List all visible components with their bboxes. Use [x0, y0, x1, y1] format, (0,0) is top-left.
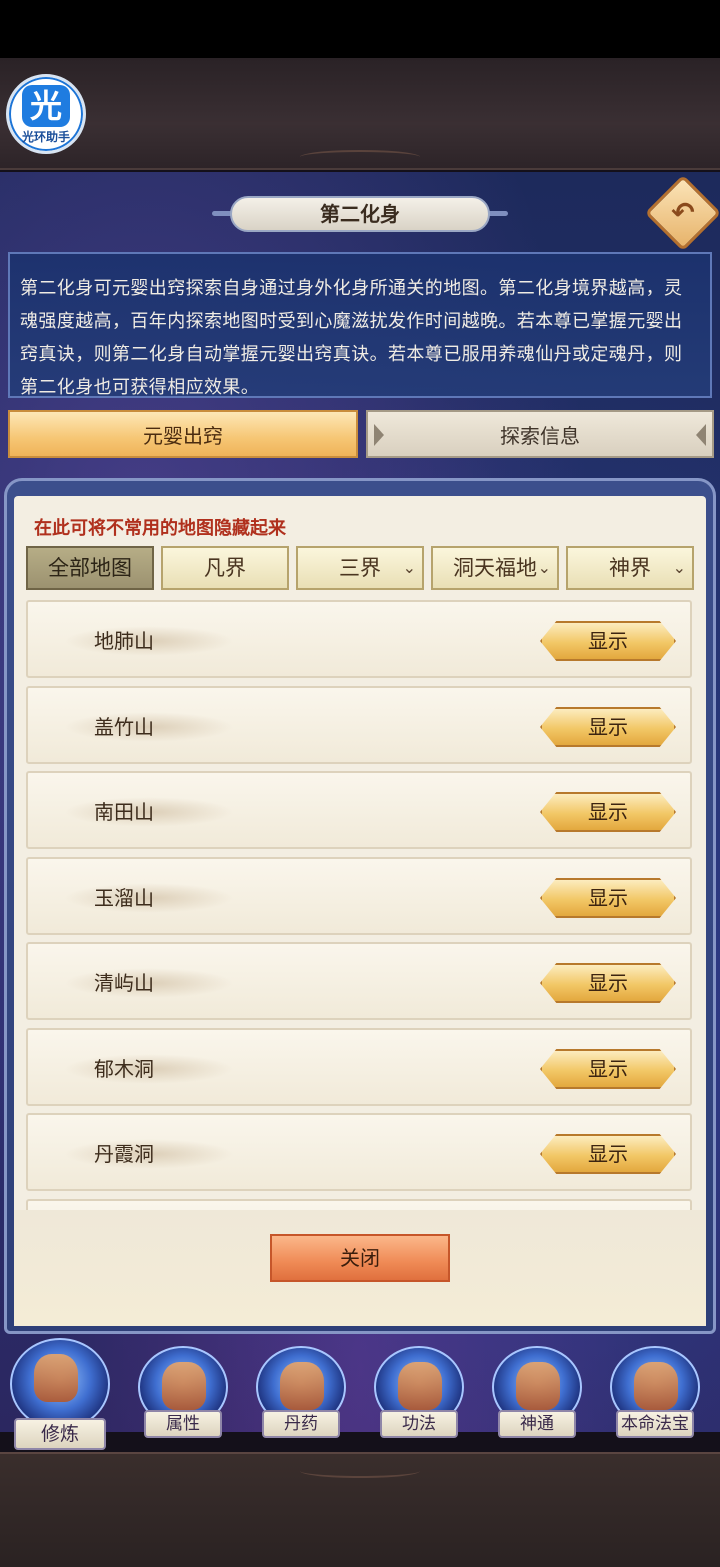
orb-emblem [398, 1362, 442, 1410]
map-name: 清屿山 [94, 971, 154, 995]
tab-bar: 元婴出窍 探索信息 [8, 410, 714, 458]
filter-fanjie[interactable]: 凡界 [161, 546, 289, 590]
top-ornament [300, 150, 420, 164]
return-arrow-icon: ↶ [671, 196, 695, 229]
nav-label: 本命法宝 [616, 1410, 694, 1438]
map-row: 丹霞洞 显示 [26, 1113, 692, 1191]
logo-caption: 光环助手 [21, 130, 70, 144]
show-map-button[interactable]: 显示 [540, 1134, 676, 1174]
bottom-nav: 修炼 属性 丹药 功法 神通 本命法宝 [0, 1334, 720, 1450]
show-map-button[interactable]: 显示 [540, 707, 676, 747]
map-list[interactable]: 地肺山 显示 盖竹山 显示 南田山 显示 玉溜山 显示 清屿山 显示 郁木洞 显… [26, 598, 694, 1210]
map-row: 盖竹山 显示 [26, 686, 692, 764]
filter-label: 三界 [339, 556, 381, 580]
status-bar [0, 0, 720, 58]
chevron-down-icon: ⌄ [672, 558, 686, 577]
filter-row: 全部地图 凡界 三界 ⌄ 洞天福地 ⌄ 神界 ⌄ [26, 546, 694, 590]
filter-label: 神界 [609, 556, 651, 580]
logo-glyph: 光 [22, 85, 70, 127]
map-name: 丹霞洞 [94, 1142, 154, 1166]
description-box: 第二化身可元婴出窍探索自身通过身外化身所通关的地图。第二化身境界越高，灵魂强度越… [8, 252, 712, 398]
nav-attributes[interactable]: 属性 [128, 1334, 236, 1444]
map-name: 玉溜山 [94, 886, 154, 910]
filter-label: 全部地图 [48, 556, 132, 580]
tab-exploration-info[interactable]: 探索信息 [366, 410, 714, 458]
nav-pills[interactable]: 丹药 [246, 1334, 354, 1444]
nav-label: 丹药 [262, 1410, 340, 1438]
cultivation-icon [10, 1338, 110, 1430]
orb-emblem [34, 1354, 78, 1402]
map-row: 南田山 显示 [26, 771, 692, 849]
filter-all-maps[interactable]: 全部地图 [26, 546, 154, 590]
nav-cultivation[interactable]: 修炼 [4, 1334, 112, 1450]
nav-life-treasure[interactable]: 本命法宝 [600, 1334, 708, 1444]
map-row: 玉溜山 显示 [26, 857, 692, 935]
nav-techniques[interactable]: 功法 [364, 1334, 472, 1444]
show-map-button[interactable]: 显示 [540, 1049, 676, 1089]
filter-label: 洞天福地 [453, 556, 537, 580]
panel-hint: 在此可将不常用的地图隐藏起来 [34, 518, 286, 539]
map-name: 盖竹山 [94, 715, 154, 739]
filter-shenjie[interactable]: 神界 ⌄ [566, 546, 694, 590]
top-bar [0, 58, 720, 170]
nav-label: 修炼 [14, 1418, 106, 1450]
filter-dongtian-fudi[interactable]: 洞天福地 ⌄ [431, 546, 559, 590]
map-name: 郁木洞 [94, 1057, 154, 1081]
show-map-button[interactable]: 显示 [540, 792, 676, 832]
nav-label: 功法 [380, 1410, 458, 1438]
orb-emblem [516, 1362, 560, 1410]
show-map-button[interactable]: 显示 [540, 963, 676, 1003]
filter-sanjie[interactable]: 三界 ⌄ [296, 546, 424, 590]
orb-emblem [162, 1362, 206, 1410]
title-plate: 第二化身 [212, 192, 508, 236]
map-row: 郁木洞 显示 [26, 1028, 692, 1106]
nav-label: 属性 [144, 1410, 222, 1438]
close-button[interactable]: 关闭 [270, 1234, 450, 1282]
nav-label: 神通 [498, 1410, 576, 1438]
chevron-down-icon: ⌄ [537, 558, 551, 577]
chevron-down-icon: ⌄ [402, 558, 416, 577]
show-map-button[interactable]: 显示 [540, 621, 676, 661]
filter-label: 凡界 [204, 556, 246, 580]
show-map-button[interactable]: 显示 [540, 878, 676, 918]
tab-yuanying-chuqiao[interactable]: 元婴出窍 [8, 410, 358, 458]
orb-emblem [634, 1362, 678, 1410]
map-name: 南田山 [94, 800, 154, 824]
nav-divine-arts[interactable]: 神通 [482, 1334, 590, 1444]
bottom-ornament [300, 1464, 420, 1478]
bottom-bar [0, 1452, 720, 1567]
guanghuan-assistant-logo[interactable]: 光 光环助手 [6, 74, 86, 154]
map-row: 地肺山 显示 [26, 600, 692, 678]
orb-emblem [280, 1362, 324, 1410]
page-title: 第二化身 [320, 202, 400, 226]
map-name: 地肺山 [94, 629, 154, 653]
map-row: 清屿山 显示 [26, 942, 692, 1020]
map-row-partial [26, 1199, 692, 1210]
